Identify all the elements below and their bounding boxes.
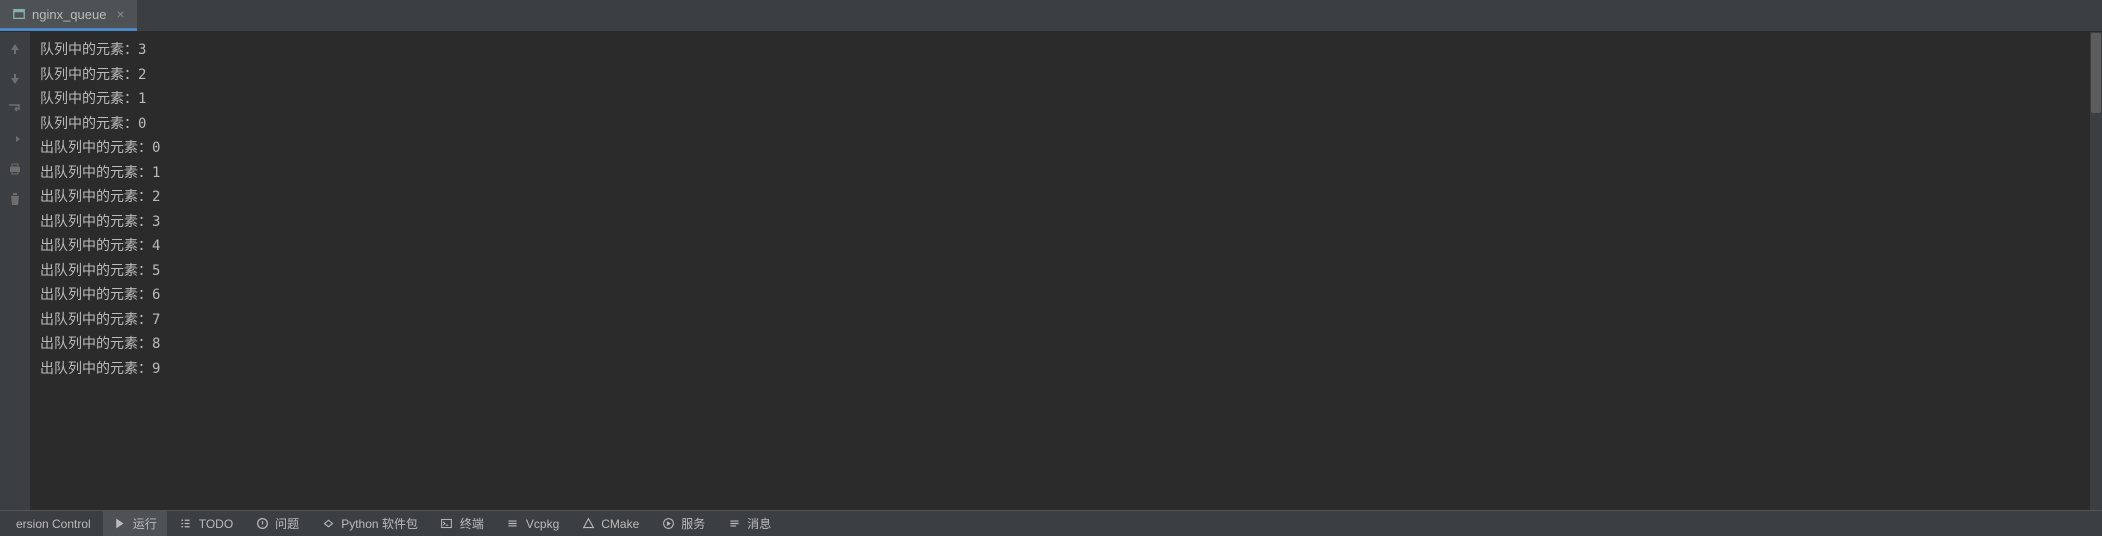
arrow-down-icon[interactable] (6, 70, 24, 88)
vcpkg-icon (506, 517, 520, 531)
python-icon (321, 517, 335, 531)
tab-bar: nginx_queue × (0, 0, 2102, 32)
close-icon[interactable]: × (112, 6, 128, 22)
play-icon (113, 517, 127, 531)
console-line: 出队列中的元素：1 (40, 161, 2092, 186)
console-line: 出队列中的元素：7 (40, 308, 2092, 333)
vcpkg-button[interactable]: Vcpkg (496, 511, 569, 536)
main-area: 队列中的元素：3队列中的元素：2队列中的元素：1队列中的元素：0出队列中的元素：… (0, 32, 2102, 510)
console-line: 出队列中的元素：4 (40, 234, 2092, 259)
terminal-button[interactable]: 终端 (430, 511, 494, 536)
version-control-button[interactable]: ersion Control (6, 511, 101, 536)
vcpkg-label: Vcpkg (526, 517, 559, 531)
console-line: 出队列中的元素：5 (40, 259, 2092, 284)
problems-icon (255, 517, 269, 531)
scroll-to-end-icon[interactable] (6, 130, 24, 148)
console-line: 出队列中的元素：0 (40, 136, 2092, 161)
console-line: 出队列中的元素：6 (40, 283, 2092, 308)
run-button[interactable]: 运行 (103, 511, 167, 536)
services-button[interactable]: 服务 (651, 511, 715, 536)
tab-label: nginx_queue (32, 7, 106, 22)
terminal-label: 终端 (460, 515, 484, 532)
console-line: 出队列中的元素：8 (40, 332, 2092, 357)
cmake-button[interactable]: CMake (571, 511, 649, 536)
problems-button[interactable]: 问题 (245, 511, 309, 536)
application-icon (12, 7, 26, 21)
soft-wrap-icon[interactable] (6, 100, 24, 118)
arrow-up-icon[interactable] (6, 40, 24, 58)
console-line: 出队列中的元素：2 (40, 185, 2092, 210)
print-icon[interactable] (6, 160, 24, 178)
services-icon (661, 517, 675, 531)
python-label: Python 软件包 (341, 515, 418, 532)
console-line: 队列中的元素：2 (40, 63, 2092, 88)
gutter-toolbar (0, 32, 30, 510)
scrollbar-thumb[interactable] (2091, 33, 2101, 113)
console-output[interactable]: 队列中的元素：3队列中的元素：2队列中的元素：1队列中的元素：0出队列中的元素：… (30, 32, 2102, 510)
version-control-label: ersion Control (16, 517, 91, 531)
problems-label: 问题 (275, 515, 299, 532)
console-line: 出队列中的元素：3 (40, 210, 2092, 235)
console-line: 队列中的元素：3 (40, 38, 2092, 63)
services-label: 服务 (681, 515, 705, 532)
messages-icon (727, 517, 741, 531)
todo-button[interactable]: TODO (169, 511, 243, 536)
cmake-label: CMake (601, 517, 639, 531)
todo-label: TODO (199, 517, 233, 531)
console-line: 出队列中的元素：9 (40, 357, 2092, 382)
cmake-icon (581, 517, 595, 531)
list-icon (179, 517, 193, 531)
python-packages-button[interactable]: Python 软件包 (311, 511, 428, 536)
trash-icon[interactable] (6, 190, 24, 208)
terminal-icon (440, 517, 454, 531)
scrollbar-track[interactable] (2090, 32, 2102, 510)
tab-nginx-queue[interactable]: nginx_queue × (0, 0, 137, 31)
console-line: 队列中的元素：1 (40, 87, 2092, 112)
bottom-toolbar: ersion Control 运行 TODO 问题 Python 软件包 终端 (0, 510, 2102, 536)
messages-label: 消息 (747, 515, 771, 532)
run-label: 运行 (133, 515, 157, 532)
console-line: 队列中的元素：0 (40, 112, 2092, 137)
messages-button[interactable]: 消息 (717, 511, 781, 536)
